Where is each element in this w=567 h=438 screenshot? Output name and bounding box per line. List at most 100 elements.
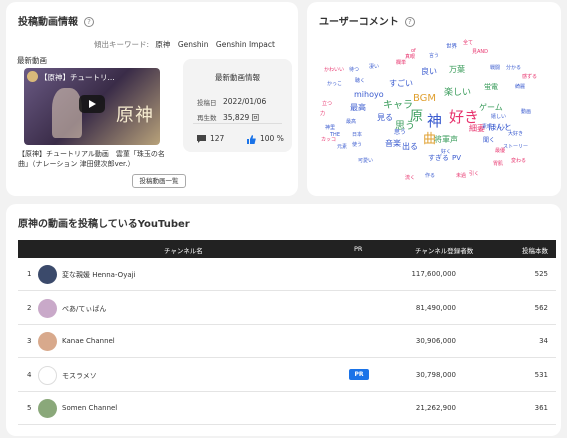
cloud-word: 好く <box>441 149 452 155</box>
cloud-word: ストーリー <box>503 144 529 150</box>
video-count: 562 <box>534 303 548 312</box>
cloud-word: 万葉 <box>449 65 465 74</box>
rank: 5 <box>27 404 32 412</box>
cloud-word: すごい <box>389 79 413 88</box>
cloud-word: 世界 <box>446 44 458 50</box>
table-row[interactable]: 5 Somen Channel 21,262,900 361 <box>18 392 556 425</box>
channel-name[interactable]: 変な親媛 Henna-Oyaji <box>62 270 136 280</box>
cloud-word: 変わる <box>511 158 527 164</box>
help-icon[interactable]: ? <box>84 17 94 27</box>
cloud-word: かっこ <box>327 81 343 87</box>
channel-avatar[interactable] <box>38 365 57 385</box>
cloud-word: 神 <box>427 112 443 130</box>
subscriber-count: 117,600,000 <box>411 270 456 278</box>
cloud-word: 楽しい <box>444 88 472 98</box>
video-title[interactable]: 【原神】チュートリアル動画 雲菫「珠玉の名曲」（ナレーション 津田健次郎ver.… <box>18 149 168 169</box>
cloud-word: 全て <box>463 40 474 46</box>
cloud-word: 思う <box>394 129 407 136</box>
post-date-row: 投稿日 2022/01/06 <box>197 97 266 107</box>
channel-avatar[interactable] <box>38 399 57 418</box>
latest-video-stats: 最新動画情報 投稿日 2022/01/06 再生数 35,829 回 127 1… <box>183 59 292 152</box>
cloud-word: 真眼 <box>405 54 416 60</box>
cloud-word: 神里 <box>325 125 336 131</box>
cloud-word: 良い <box>421 67 437 76</box>
rank: 4 <box>27 370 32 379</box>
channel-name[interactable]: Kanae Channel <box>62 337 115 345</box>
cloud-word: カッコ <box>321 137 337 143</box>
video-info-title: 投稿動画情報? <box>18 13 94 28</box>
channel-name[interactable]: ぺあ/てぃばん <box>62 304 106 314</box>
rank: 2 <box>27 303 32 312</box>
cloud-word: 戦闘 <box>490 65 501 71</box>
cloud-word: 大好き <box>508 131 524 137</box>
cloud-word: mihoyo <box>354 90 384 99</box>
video-count: 361 <box>534 404 548 412</box>
keyword: 原神 <box>155 40 171 49</box>
channel-name[interactable]: Somen Channel <box>62 404 117 412</box>
rank: 1 <box>27 270 32 278</box>
table-row[interactable]: 1 変な親媛 Henna-Oyaji 117,600,000 525 <box>18 258 556 291</box>
video-count: 531 <box>534 370 548 379</box>
table-row[interactable]: 4 モスラメソ PR 30,798,000 531 <box>18 359 556 392</box>
cloud-word: 蛍電 <box>484 83 498 91</box>
post-date: 2022/01/06 <box>223 97 267 106</box>
comment-count-value: 127 <box>210 134 225 143</box>
table-row[interactable]: 3 Kanae Channel 30,906,000 34 <box>18 325 556 358</box>
views-label: 再生数 <box>197 114 217 122</box>
cloud-word: 綺麗 <box>515 84 526 90</box>
cloud-word: 元素 <box>337 144 348 150</box>
cloud-word: 胃肌 <box>493 161 504 167</box>
cloud-word: 将軍声 <box>434 135 458 144</box>
thumbnail-title: 【原神】チュートリ... <box>40 73 115 82</box>
table-row[interactable]: 2 ぺあ/てぃばん 81,490,000 562 <box>18 292 556 325</box>
cloud-word: 待つ <box>349 67 360 73</box>
cloud-word: 欄単 <box>396 60 407 66</box>
pr-badge: PR <box>349 368 369 380</box>
cloud-word: 使う <box>352 142 363 148</box>
post-date-label: 投稿日 <box>197 99 217 107</box>
cloud-word: BGM <box>413 93 437 104</box>
cloud-word: 未過 <box>456 173 467 179</box>
table-header: チャンネル名 PR チャンネル登録者数 投稿本数 <box>18 240 556 258</box>
cloud-word: 力 <box>320 111 326 117</box>
video-count: 34 <box>539 337 548 345</box>
cloud-word: 最高 <box>346 119 357 125</box>
cloud-word: 最優 <box>495 148 506 154</box>
cloud-word: 出る <box>402 142 418 151</box>
latest-video-label: 最新動画 <box>17 56 47 65</box>
cloud-word: 聞く <box>483 137 496 144</box>
cloud-word: 作る <box>425 173 436 179</box>
cloud-word: 素晴らしい <box>482 124 508 130</box>
views-row: 再生数 35,829 回 <box>197 112 259 122</box>
keyword-row: 傾出キーワード: 原神 Genshin Genshin Impact <box>94 39 280 50</box>
column-header: チャンネル名 <box>164 247 203 255</box>
divider <box>193 123 282 124</box>
channel-avatar <box>27 71 38 82</box>
cloud-word: ゲーム <box>479 103 503 112</box>
column-header: チャンネル登録者数 <box>415 247 474 255</box>
cloud-word: すぎる <box>428 154 449 162</box>
thumbs-up-icon <box>247 134 256 144</box>
cloud-word: 凄い <box>369 64 380 70</box>
subscriber-count: 21,262,900 <box>415 404 456 412</box>
subscriber-count: 81,490,000 <box>415 303 456 312</box>
stats-title: 最新動画情報 <box>215 73 260 82</box>
subscriber-count: 30,798,000 <box>415 370 456 379</box>
cloud-word: 見AND <box>472 49 489 55</box>
thumbnail-character <box>52 88 82 138</box>
like-ratio: 100 % <box>247 134 284 144</box>
youtuber-table-title: 原神の動画を投稿しているYouTuber <box>18 219 190 230</box>
channel-name[interactable]: モスラメソ <box>62 371 97 381</box>
keyword: Genshin <box>177 40 209 49</box>
keyword: Genshin Impact <box>215 40 275 49</box>
column-header: 投稿本数 <box>522 247 548 255</box>
word-cloud: 好き神原曲 BGM キャラ 思う 楽しい 万葉 良い すごい ゲーム 細妻 ほんと 将軍声 mihoyo… <box>307 2 561 196</box>
video-thumbnail[interactable]: 【原神】チュートリ... 原神 <box>24 68 160 145</box>
channel-avatar[interactable] <box>38 298 57 318</box>
channel-avatar[interactable] <box>38 332 57 351</box>
channel-avatar[interactable] <box>38 265 57 284</box>
cloud-word: キャラ <box>383 100 413 111</box>
play-icon[interactable] <box>79 95 105 113</box>
video-list-button[interactable]: 投稿動画一覧 <box>132 174 186 188</box>
cloud-word: 最高 <box>350 103 366 112</box>
